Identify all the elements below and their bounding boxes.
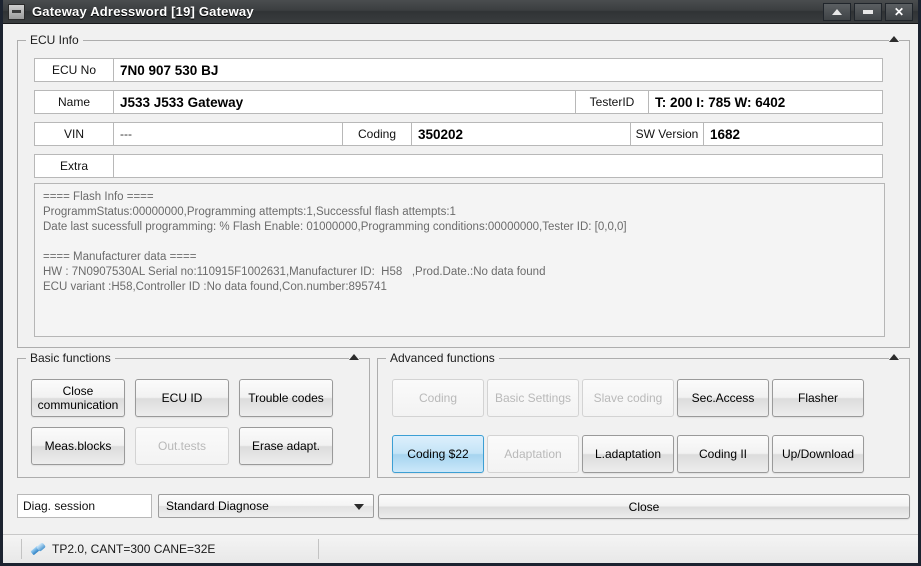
status-bar: TP2.0, CANT=300 CANE=32E [3,534,918,563]
advanced-functions-collapse-icon[interactable] [885,350,903,361]
coding-value[interactable]: 350202 [412,122,631,146]
basic-functions-collapse-icon[interactable] [345,350,363,361]
up-triangle-icon [832,8,842,15]
title-bar[interactable]: Gateway Adressword [19] Gateway ✕ [3,0,918,24]
vin-label: VIN [34,122,114,146]
coding-dollar-22-button[interactable]: Coding $22 [392,435,484,473]
meas-blocks-button[interactable]: Meas.blocks [31,427,125,465]
row-ecu-no: ECU No 7N0 907 530 BJ [34,58,883,82]
plug-icon [30,541,46,557]
adaptation-button: Adaptation [487,435,579,473]
ecu-id-button[interactable]: ECU ID [135,379,229,417]
window-icon [8,3,25,20]
vin-value[interactable]: --- [114,122,343,146]
window-title: Gateway Adressword [19] Gateway [32,4,254,19]
diag-session-selected-value: Standard Diagnose [166,499,269,513]
coding-button: Coding [392,379,484,417]
application-window: Gateway Adressword [19] Gateway ✕ ECU In… [0,0,921,566]
coding-label: Coding [343,122,412,146]
diag-session-select[interactable]: Standard Diagnose [158,494,374,518]
ecu-info-collapse-icon[interactable] [885,32,903,43]
row-vin: VIN --- Coding 350202 SW Version 1682 [34,122,883,146]
sw-version-label: SW Version [631,122,704,146]
ecu-no-value[interactable]: 7N0 907 530 BJ [114,58,883,82]
slave-coding-button: Slave coding [582,379,674,417]
tester-id-value[interactable]: T: 200 I: 785 W: 6402 [649,90,883,114]
restore-button[interactable] [823,2,851,21]
advanced-functions-legend: Advanced functions [386,351,499,365]
coding-ii-button[interactable]: Coding II [677,435,769,473]
window-controls: ✕ [823,2,916,21]
basic-settings-button: Basic Settings [487,379,579,417]
close-dialog-button[interactable]: Close [378,494,910,519]
basic-functions-legend: Basic functions [26,351,115,365]
erase-adapt-button[interactable]: Erase adapt. [239,427,333,465]
row-name: Name J533 J533 Gateway TesterID T: 200 I… [34,90,883,114]
ecu-no-label: ECU No [34,58,114,82]
up-download-button[interactable]: Up/Download [772,435,864,473]
status-connection-cell: TP2.0, CANT=300 CANE=32E [21,539,319,559]
out-tests-button: Out.tests [135,427,229,465]
chevron-down-icon [354,504,364,510]
name-label: Name [34,90,114,114]
trouble-codes-button[interactable]: Trouble codes [239,379,333,417]
l-adaptation-button[interactable]: L.adaptation [582,435,674,473]
ecu-info-legend: ECU Info [26,33,83,47]
sec-access-button[interactable]: Sec.Access [677,379,769,417]
close-button[interactable]: ✕ [885,2,913,21]
minimize-button[interactable] [854,2,882,21]
close-communication-button[interactable]: Close communication [31,379,125,417]
tester-id-label: TesterID [576,90,649,114]
extra-value[interactable] [114,154,883,178]
row-extra: Extra [34,154,883,178]
status-connection-text: TP2.0, CANT=300 CANE=32E [52,542,216,556]
flasher-button[interactable]: Flasher [772,379,864,417]
sw-version-value[interactable]: 1682 [704,122,883,146]
name-value[interactable]: J533 J533 Gateway [114,90,576,114]
diag-session-field[interactable]: Diag. session [17,494,152,518]
close-icon: ✕ [893,4,905,19]
flash-info-textarea[interactable]: ==== Flash Info ==== ProgrammStatus:0000… [34,183,885,337]
extra-label: Extra [34,154,114,178]
dash-icon [863,9,873,14]
